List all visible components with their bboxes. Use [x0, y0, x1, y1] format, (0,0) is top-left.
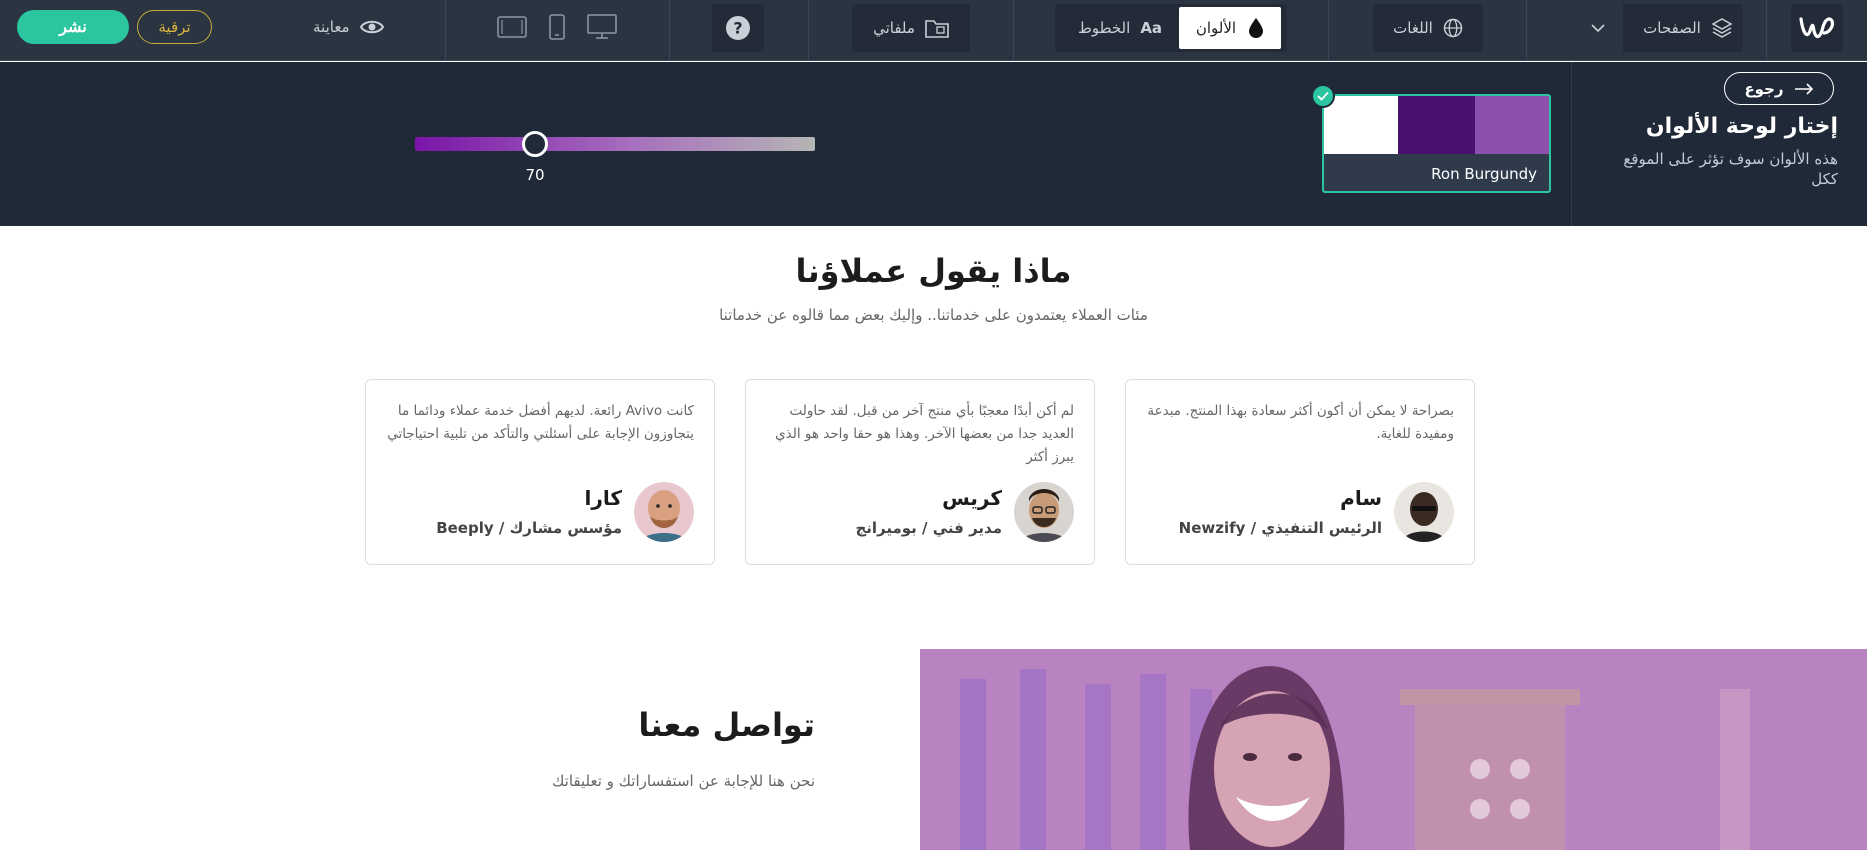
- testimonial-role: الرئيس التنفيذي / Newzify: [1178, 519, 1382, 537]
- testimonial-role: مؤسس مشارك / Beeply: [436, 519, 622, 537]
- testimonial-quote: بصراحة لا يمكن أن أكون أكثر سعادة بهذا ا…: [1147, 403, 1454, 442]
- panel-title: إختار لوحة الألوان: [1645, 114, 1838, 139]
- fonts-icon: Aa: [1140, 19, 1163, 37]
- color-swatch: [1398, 96, 1475, 154]
- testimonial-card: كانت Avivo رائعة. لديهم أفضل خدمة عملاء …: [365, 379, 715, 565]
- divider: [808, 0, 809, 61]
- back-button[interactable]: رجوع: [1724, 72, 1834, 105]
- help-button[interactable]: ?: [712, 4, 764, 52]
- palette-panel: رجوع إختار لوحة الألوان هذه الألوان سوف …: [0, 62, 1867, 226]
- testimonials-title: ماذا يقول عملاؤنا: [795, 252, 1072, 290]
- color-slider-track[interactable]: [415, 137, 815, 151]
- mobile-icon[interactable]: [542, 12, 572, 42]
- contact-photo: [920, 649, 1867, 850]
- upgrade-button[interactable]: ترقية: [137, 10, 212, 44]
- layers-icon: [1711, 17, 1733, 39]
- color-swatch: [1324, 96, 1398, 154]
- pages-label: الصفحات: [1643, 19, 1701, 37]
- eye-icon: [359, 19, 384, 35]
- check-icon: [1311, 84, 1335, 108]
- divider: [1526, 0, 1527, 61]
- divider: [669, 0, 670, 61]
- chevron-down-icon: [1573, 4, 1623, 52]
- preview-label: معاينة: [313, 18, 350, 36]
- slider-value: 70: [525, 166, 545, 184]
- palette-option-card[interactable]: Ron Burgundy: [1322, 94, 1551, 193]
- divider: [1328, 0, 1329, 61]
- droplet-icon: [1248, 17, 1264, 39]
- tablet-landscape-icon[interactable]: [497, 12, 527, 42]
- preview-button[interactable]: معاينة: [313, 10, 384, 44]
- svg-text:?: ?: [733, 19, 742, 38]
- testimonial-card: لم أكن أبدًا معجبًا بأي منتج آخر من قبل.…: [745, 379, 1095, 565]
- tab-fonts[interactable]: الخطوط Aa: [1061, 7, 1179, 49]
- languages-label: اللغات: [1393, 19, 1433, 37]
- tab-colors-label: الألوان: [1195, 19, 1237, 37]
- testimonial-quote: لم أكن أبدًا معجبًا بأي منتج آخر من قبل.…: [775, 403, 1074, 465]
- my-files-label: ملفاتي: [873, 19, 915, 37]
- folder-icon: [925, 18, 949, 38]
- divider: [1013, 0, 1014, 61]
- pages-button[interactable]: الصفحات: [1633, 17, 1743, 39]
- publish-button[interactable]: نشر: [17, 10, 129, 44]
- help-icon: ?: [725, 15, 751, 41]
- avatar: [1014, 482, 1074, 542]
- palette-name: Ron Burgundy: [1431, 164, 1537, 183]
- tab-fonts-label: الخطوط: [1077, 19, 1131, 37]
- logo[interactable]: [1791, 4, 1843, 52]
- color-swatch: [1475, 96, 1549, 154]
- pages-dropdown[interactable]: الصفحات: [1573, 4, 1743, 52]
- testimonial-quote: كانت Avivo رائعة. لديهم أفضل خدمة عملاء …: [387, 403, 694, 442]
- testimonial-name: كريس: [942, 486, 1002, 510]
- testimonials-subtitle: مئات العملاء يعتمدون على خدماتنا.. وإليك…: [719, 306, 1148, 324]
- tab-colors[interactable]: الألوان: [1179, 7, 1281, 49]
- testimonial-role: مدير فني / بوميرانج: [855, 519, 1002, 537]
- my-files-button[interactable]: ملفاتي: [852, 4, 970, 52]
- divider: [1571, 62, 1572, 226]
- logo-icon: [1799, 17, 1835, 39]
- top-toolbar: نشر ترقية معاينة ? ملفاتي الخطوط Aa الأل…: [0, 0, 1867, 61]
- globe-icon: [1443, 18, 1463, 38]
- panel-description: هذه الألوان سوف تؤثر على الموقع ككل: [1623, 150, 1838, 188]
- contact-title: تواصل معنا: [638, 706, 815, 744]
- testimonial-card: بصراحة لا يمكن أن أكون أكثر سعادة بهذا ا…: [1125, 379, 1475, 565]
- testimonial-name: كارا: [584, 486, 622, 510]
- arrow-right-icon: [1794, 82, 1814, 95]
- color-slider-handle[interactable]: [522, 131, 548, 157]
- divider: [1766, 0, 1767, 61]
- contact-subtitle: نحن هنا للإجابة عن استفساراتك و تعليقاتك: [552, 772, 815, 790]
- avatar: [1394, 482, 1454, 542]
- desktop-icon[interactable]: [587, 12, 617, 42]
- languages-button[interactable]: اللغات: [1373, 4, 1483, 52]
- back-label: رجوع: [1744, 79, 1784, 98]
- avatar: [634, 482, 694, 542]
- divider: [445, 0, 446, 61]
- testimonial-name: سام: [1340, 486, 1382, 510]
